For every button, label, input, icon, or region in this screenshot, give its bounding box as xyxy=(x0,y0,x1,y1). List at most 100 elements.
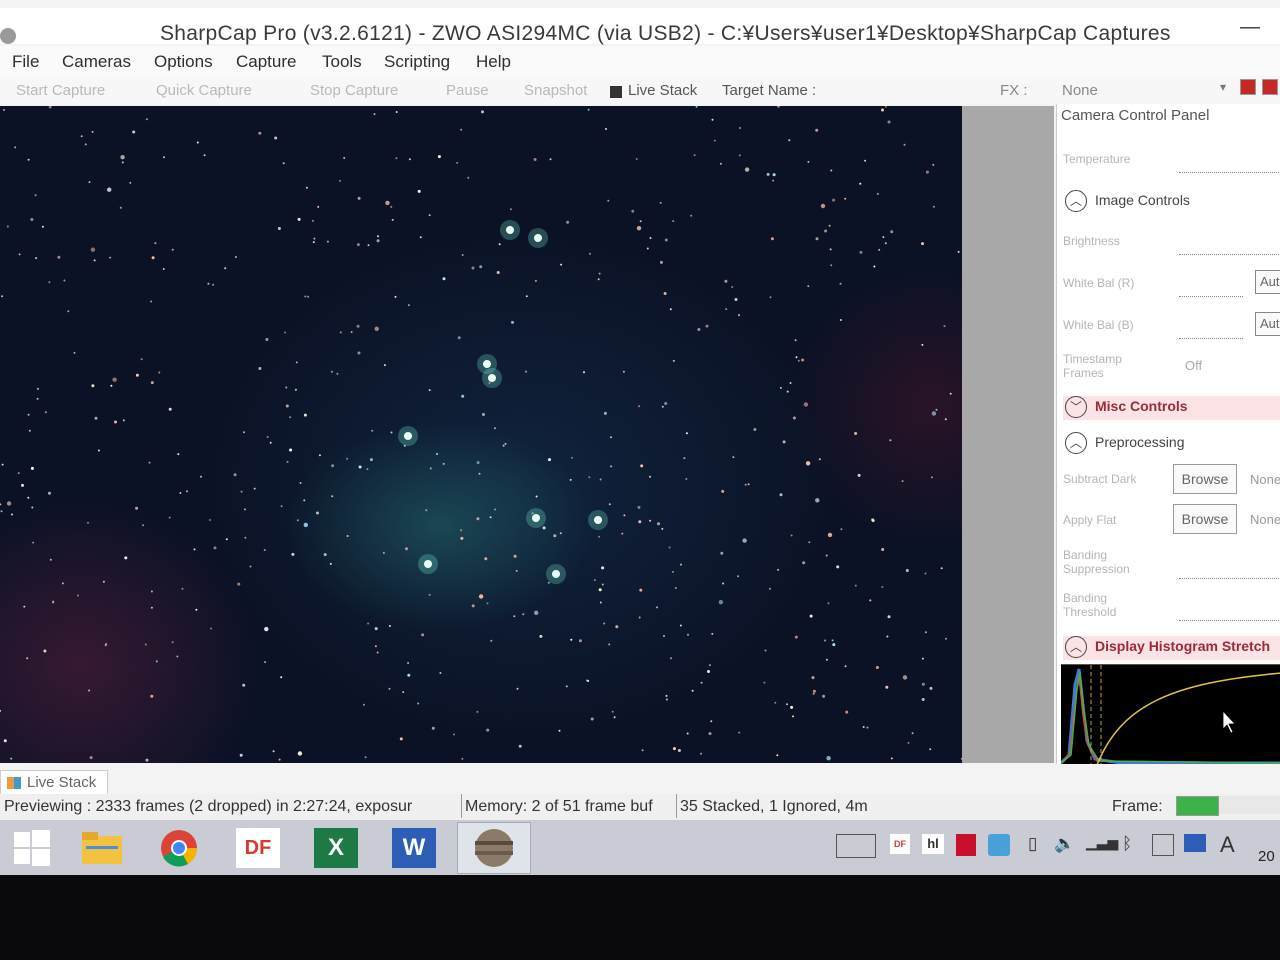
clock[interactable]: 20 xyxy=(1258,848,1275,865)
star xyxy=(94,416,98,420)
star xyxy=(687,633,689,636)
word-icon[interactable]: W xyxy=(392,828,436,868)
chevron-down-icon[interactable]: ▾ xyxy=(1220,80,1226,94)
star xyxy=(476,461,480,465)
signal-icon[interactable]: ▁▃▅ xyxy=(1086,834,1118,851)
start-capture-button[interactable]: Start Capture xyxy=(16,82,105,99)
star xyxy=(253,487,256,490)
fx-select[interactable]: None xyxy=(1062,82,1098,99)
menu-tools[interactable]: Tools xyxy=(322,52,362,72)
sharpcap-taskbar-button[interactable] xyxy=(457,822,531,874)
chrome-icon[interactable] xyxy=(157,828,201,868)
star xyxy=(357,351,361,355)
star xyxy=(425,509,428,512)
pause-button[interactable]: Pause xyxy=(446,82,489,99)
menu-options[interactable]: Options xyxy=(154,52,213,72)
menu-file[interactable]: File xyxy=(12,52,39,72)
menu-capture[interactable]: Capture xyxy=(236,52,296,72)
white-bal-b-auto[interactable]: Auto xyxy=(1255,312,1280,336)
white-bal-r-auto[interactable]: Auto xyxy=(1255,270,1280,294)
white-bal-r-slider[interactable] xyxy=(1179,288,1243,297)
star xyxy=(905,569,909,572)
file-explorer-icon[interactable] xyxy=(80,828,124,868)
bluetooth-icon[interactable]: ᛒ xyxy=(1122,834,1132,854)
volume-icon[interactable]: 🔈 xyxy=(1054,834,1075,854)
hl-tray-icon[interactable]: hl xyxy=(922,834,944,854)
record-icon[interactable] xyxy=(1240,79,1256,95)
display-histogram-label: Display Histogram Stretch xyxy=(1095,638,1271,654)
star xyxy=(786,390,789,393)
star xyxy=(150,694,154,698)
star xyxy=(598,535,601,538)
image-viewer[interactable] xyxy=(0,106,962,763)
bright-star xyxy=(532,514,540,522)
star xyxy=(486,728,490,732)
banding-threshold-slider[interactable] xyxy=(1179,612,1279,621)
star xyxy=(343,157,346,159)
quick-capture-button[interactable]: Quick Capture xyxy=(156,82,252,99)
star xyxy=(615,625,619,629)
timestamp-frames-value[interactable]: Off xyxy=(1185,358,1202,373)
star xyxy=(569,478,572,481)
star xyxy=(674,587,677,589)
bright-star xyxy=(552,570,560,578)
menu-scripting[interactable]: Scripting xyxy=(384,52,450,72)
star xyxy=(336,372,339,375)
star xyxy=(431,726,435,730)
preprocessing-section[interactable]: ︿ Preprocessing xyxy=(1063,432,1280,456)
banding-suppression-slider[interactable] xyxy=(1179,570,1279,579)
misc-controls-section[interactable]: ﹀ Misc Controls xyxy=(1063,396,1280,420)
display-icon[interactable] xyxy=(1184,834,1206,852)
live-stack-button[interactable]: Live Stack xyxy=(628,82,697,99)
snapshot-button[interactable]: Snapshot xyxy=(524,82,587,99)
star xyxy=(277,227,281,230)
image-controls-section[interactable]: ︿ Image Controls xyxy=(1063,190,1280,214)
white-bal-b-slider[interactable] xyxy=(1179,330,1243,339)
stop-capture-button[interactable]: Stop Capture xyxy=(310,82,398,99)
star xyxy=(839,282,842,285)
apply-flat-browse-button[interactable]: Browse xyxy=(1173,504,1237,534)
histogram-graph xyxy=(1059,665,1280,764)
flag-icon[interactable] xyxy=(1152,834,1174,856)
star xyxy=(249,565,252,568)
menu-help[interactable]: Help xyxy=(476,52,511,72)
record-icon-2[interactable] xyxy=(1262,79,1278,95)
display-histogram-section[interactable]: ︿ Display Histogram Stretch xyxy=(1063,636,1280,660)
pdf-tray-icon[interactable] xyxy=(956,834,976,856)
star xyxy=(373,113,376,116)
star xyxy=(258,367,262,370)
star xyxy=(931,411,937,416)
star xyxy=(672,570,674,573)
star xyxy=(395,111,398,113)
star xyxy=(193,548,196,551)
df-tray-icon[interactable]: DF xyxy=(890,834,910,854)
live-stack-tab[interactable]: Live Stack xyxy=(0,770,108,796)
star xyxy=(280,505,283,508)
ime-indicator[interactable]: A xyxy=(1220,832,1235,858)
star xyxy=(825,658,828,661)
network-tray-icon[interactable] xyxy=(988,834,1010,856)
menu-cameras[interactable]: Cameras xyxy=(62,52,131,72)
histogram-display[interactable] xyxy=(1059,664,1280,764)
df-app-icon[interactable]: DF xyxy=(236,828,280,868)
star xyxy=(385,200,390,206)
star xyxy=(599,478,602,481)
star xyxy=(329,562,332,565)
windows-start-icon[interactable] xyxy=(10,828,54,868)
star xyxy=(587,680,590,682)
temperature-slider[interactable] xyxy=(1179,164,1279,173)
timestamp-frames-label: Timestamp Frames xyxy=(1063,352,1122,380)
minimize-button[interactable]: — xyxy=(1240,16,1260,39)
sharpcap-app-icon xyxy=(0,28,16,44)
brightness-slider[interactable] xyxy=(1179,246,1279,255)
subtract-dark-browse-button[interactable]: Browse xyxy=(1173,464,1237,494)
star xyxy=(763,681,766,684)
star xyxy=(471,266,475,270)
excel-icon[interactable]: X xyxy=(314,828,358,868)
keyboard-icon[interactable] xyxy=(836,834,876,858)
star xyxy=(805,461,811,466)
star xyxy=(200,475,202,478)
status-previewing: Previewing : 2333 frames (2 dropped) in … xyxy=(4,798,413,815)
star xyxy=(233,473,237,477)
battery-icon[interactable]: ▯ xyxy=(1028,834,1037,854)
